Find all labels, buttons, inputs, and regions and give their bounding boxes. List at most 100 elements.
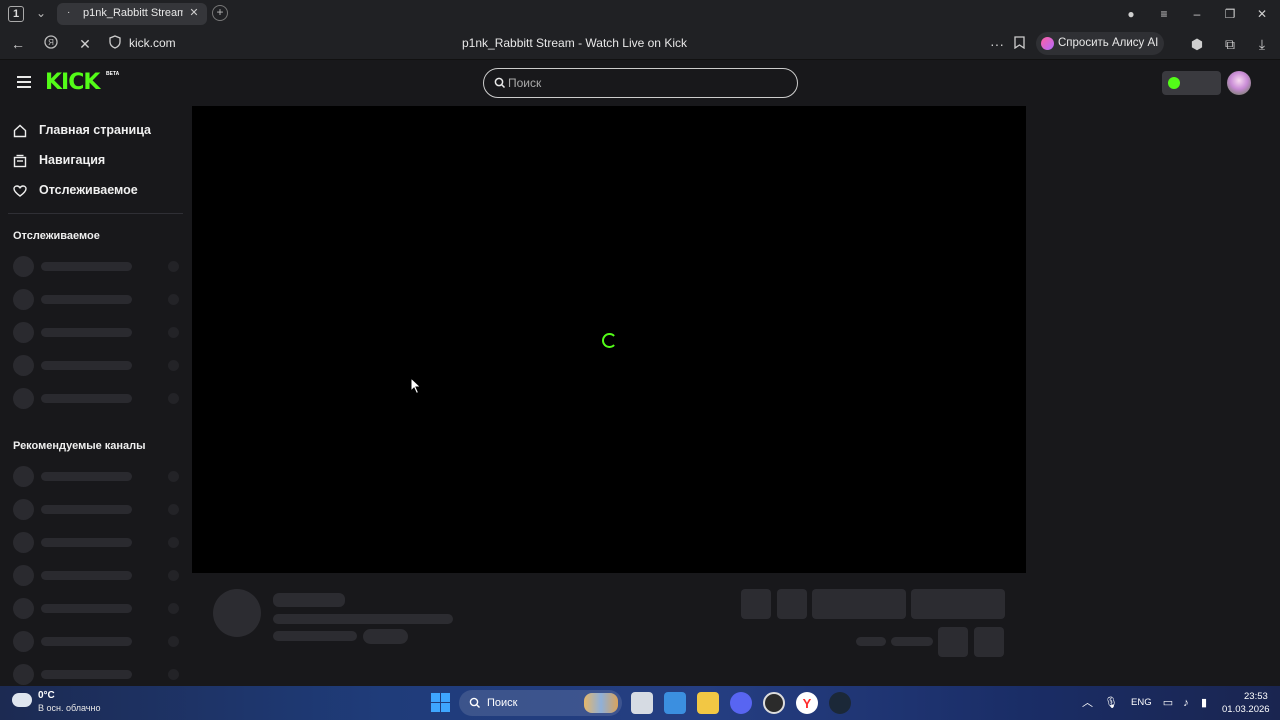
stop-loading-icon[interactable]: ✕ bbox=[75, 34, 95, 54]
search-icon bbox=[469, 697, 480, 708]
recommended-channel-skeleton bbox=[13, 631, 179, 652]
follow-button-skeleton bbox=[812, 589, 906, 619]
following-channel-skeleton bbox=[13, 289, 179, 310]
discord-icon[interactable] bbox=[730, 692, 752, 714]
following-section-title: Отслеживаемое bbox=[13, 230, 100, 242]
recommended-channel-skeleton bbox=[13, 466, 179, 487]
stream-info-skeleton bbox=[192, 573, 1026, 686]
beta-badge: BETA bbox=[106, 71, 120, 77]
ask-alice-label: Спросить Алису AI bbox=[1058, 37, 1159, 49]
windows-start-icon[interactable] bbox=[431, 693, 450, 712]
tab-title: p1nk_Rabbitt Stream - W bbox=[83, 7, 183, 19]
following-channel-skeleton bbox=[13, 322, 179, 343]
action-button-skeleton bbox=[741, 589, 771, 619]
browser-tab-active[interactable]: · p1nk_Rabbitt Stream - W ✕ bbox=[57, 3, 207, 25]
streamer-name-skeleton bbox=[273, 593, 345, 607]
sidebar-item-label: Отслеживаемое bbox=[39, 183, 138, 197]
heart-icon bbox=[13, 185, 27, 197]
minimize-icon[interactable]: – bbox=[1187, 4, 1207, 24]
recommended-channel-skeleton bbox=[13, 499, 179, 520]
recommended-channel-skeleton bbox=[13, 664, 179, 685]
recommended-channel-skeleton bbox=[13, 532, 179, 553]
following-channel-skeleton bbox=[13, 355, 179, 376]
new-tab-button[interactable]: + bbox=[212, 5, 228, 21]
search-icon bbox=[494, 77, 506, 89]
browser-tab-bar: 1 ⌄ · p1nk_Rabbitt Stream - W ✕ + ● ≡ – … bbox=[0, 0, 1280, 28]
back-arrow-icon[interactable]: ← bbox=[8, 34, 28, 54]
page-title: p1nk_Rabbitt Stream - Watch Live on Kick bbox=[462, 36, 687, 50]
recommended-section-title: Рекомендуемые каналы bbox=[13, 440, 146, 452]
search-input[interactable] bbox=[508, 75, 778, 91]
recommended-channel-skeleton bbox=[13, 565, 179, 586]
recommended-channel-skeleton bbox=[13, 598, 179, 619]
mouse-cursor-icon bbox=[410, 377, 422, 395]
battery-icon[interactable]: ▮ bbox=[1196, 695, 1212, 711]
search-box[interactable] bbox=[483, 68, 798, 98]
tab-loading-icon: · bbox=[67, 7, 71, 18]
svg-text:Y: Y bbox=[803, 696, 812, 711]
loading-spinner-icon bbox=[602, 333, 617, 348]
tray-overflow-icon[interactable]: ︿ bbox=[1082, 694, 1093, 710]
uptime-skeleton bbox=[891, 637, 933, 646]
downloads-icon[interactable]: ⤓ bbox=[1252, 34, 1272, 54]
file-explorer-icon[interactable] bbox=[697, 692, 719, 714]
hamburger-menu-icon[interactable] bbox=[17, 76, 31, 88]
streamer-avatar-skeleton bbox=[213, 589, 261, 637]
gaming-app-icon[interactable] bbox=[763, 692, 785, 714]
task-view-icon[interactable] bbox=[631, 692, 653, 714]
browse-icon bbox=[13, 154, 27, 168]
following-channel-skeleton bbox=[13, 256, 179, 277]
action-button-skeleton bbox=[777, 589, 807, 619]
clock-time[interactable]: 23:53 bbox=[1244, 691, 1268, 702]
weather-description[interactable]: В осн. облачно bbox=[38, 703, 100, 713]
browser-menu-icon[interactable]: ≡ bbox=[1154, 4, 1174, 24]
steam-icon[interactable] bbox=[829, 692, 851, 714]
restore-icon[interactable]: ❐ bbox=[1220, 4, 1240, 24]
site-info-icon[interactable] bbox=[105, 34, 125, 54]
tag-skeleton bbox=[363, 629, 408, 644]
protect-icon[interactable]: Я bbox=[41, 34, 61, 54]
tab-list-chevron-icon[interactable]: ⌄ bbox=[32, 4, 50, 22]
microphone-icon[interactable]: 🎙 bbox=[1103, 695, 1119, 711]
clock-date[interactable]: 01.03.2026 bbox=[1222, 704, 1270, 715]
profile-icon[interactable]: ● bbox=[1121, 4, 1141, 24]
category-skeleton bbox=[273, 631, 357, 641]
search-highlight-image bbox=[584, 693, 618, 713]
close-window-icon[interactable]: ✕ bbox=[1252, 4, 1272, 24]
sidebar-item-label: Главная страница bbox=[39, 123, 151, 137]
windows-taskbar: 0°C В осн. облачно Поиск Y ︿ 🎙 ENG ▭ ♪ ▮… bbox=[0, 686, 1280, 720]
extensions-icon[interactable]: ⬢ bbox=[1187, 34, 1207, 54]
yandex-browser-icon[interactable]: Y bbox=[796, 692, 818, 714]
more-button-skeleton bbox=[974, 627, 1004, 657]
subscribe-button-skeleton bbox=[911, 589, 1005, 619]
kick-logo[interactable]: KICK bbox=[45, 72, 100, 94]
sidebar-item-label: Навигация bbox=[39, 153, 106, 167]
language-indicator[interactable]: ENG bbox=[1131, 697, 1152, 708]
sidebar-divider bbox=[8, 213, 183, 214]
taskbar-search[interactable]: Поиск bbox=[459, 690, 622, 716]
collections-icon[interactable]: ⧉ bbox=[1220, 34, 1240, 54]
store-icon[interactable] bbox=[664, 692, 686, 714]
kick-points-button[interactable] bbox=[1162, 71, 1221, 95]
volume-icon[interactable]: ♪ bbox=[1178, 695, 1194, 711]
network-icon[interactable]: ▭ bbox=[1160, 695, 1176, 711]
sidebar: Главная страница Навигация Отслеживаемое… bbox=[0, 106, 190, 686]
site-header: KICK BETA bbox=[0, 60, 1280, 106]
url-text[interactable]: kick.com bbox=[129, 36, 176, 50]
weather-temperature[interactable]: 0°C bbox=[38, 690, 55, 701]
tab-close-icon[interactable]: ✕ bbox=[187, 6, 201, 20]
following-channel-skeleton bbox=[13, 388, 179, 409]
tab-counter[interactable]: 1 bbox=[8, 6, 24, 22]
user-avatar[interactable] bbox=[1227, 71, 1251, 95]
browser-address-bar: ← Я ✕ kick.com p1nk_Rabbitt Stream - Wat… bbox=[0, 28, 1280, 60]
alice-icon bbox=[1041, 37, 1054, 50]
taskbar-search-label: Поиск bbox=[487, 697, 518, 709]
ask-alice-button[interactable]: Спросить Алису AI bbox=[1036, 32, 1164, 55]
more-dots-icon[interactable]: ··· bbox=[987, 34, 1007, 54]
stream-title-skeleton bbox=[273, 614, 453, 624]
home-icon bbox=[13, 124, 27, 138]
svg-text:Я: Я bbox=[48, 38, 54, 47]
kick-coin-icon bbox=[1168, 77, 1180, 89]
cloud-icon[interactable] bbox=[12, 693, 32, 707]
bookmark-icon[interactable] bbox=[1009, 34, 1029, 54]
